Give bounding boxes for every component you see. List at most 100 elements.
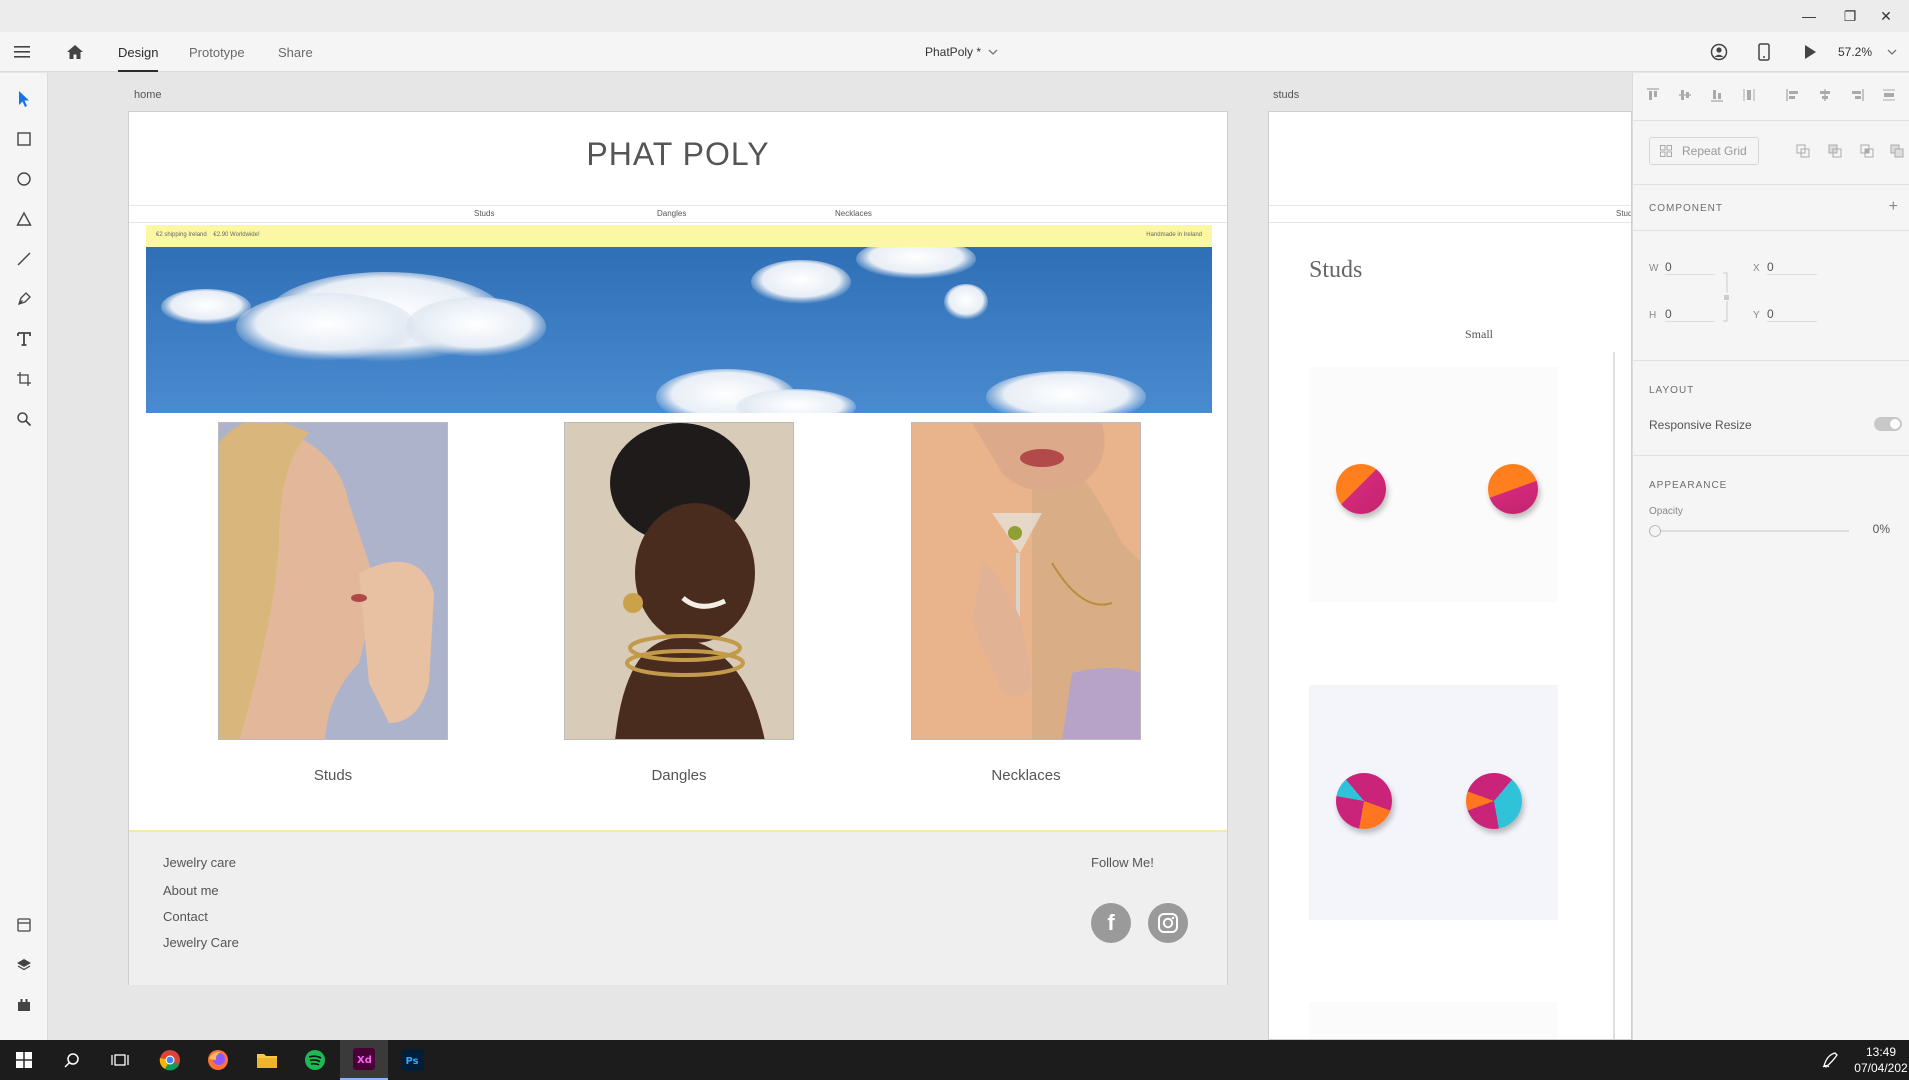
tab-design[interactable]: Design <box>118 32 159 72</box>
task-view-button[interactable] <box>96 1040 144 1080</box>
tab-share[interactable]: Share <box>278 32 313 72</box>
x-field[interactable]: 0 <box>1767 260 1817 275</box>
stud-product-card[interactable] <box>1309 367 1558 602</box>
layers-panel-button[interactable] <box>12 953 36 977</box>
stud-product-card[interactable] <box>1309 1002 1558 1039</box>
select-tool[interactable] <box>12 87 36 111</box>
layout-title: LAYOUT <box>1649 385 1695 396</box>
file-explorer-taskbar-button[interactable] <box>243 1040 291 1080</box>
height-field[interactable]: 0 <box>1665 307 1715 322</box>
plugins-panel-button[interactable] <box>12 993 36 1017</box>
home-icon <box>67 45 83 59</box>
nav-link-studs[interactable]: Studs <box>474 209 494 218</box>
distribute-vertical-button[interactable] <box>1739 85 1759 105</box>
product-image-necklaces[interactable] <box>911 422 1141 740</box>
align-left-button[interactable] <box>1783 85 1803 105</box>
opacity-value[interactable]: 0% <box>1873 522 1890 536</box>
x-label: X <box>1753 263 1760 274</box>
opacity-slider[interactable] <box>1649 524 1849 538</box>
artboard-home[interactable]: PHAT POLY Studs Dangles Necklaces €2 shi… <box>128 111 1228 985</box>
rectangle-tool[interactable] <box>12 127 36 151</box>
align-right-button[interactable] <box>1847 85 1867 105</box>
home-button[interactable] <box>66 32 84 72</box>
assets-panel-button[interactable] <box>12 913 36 937</box>
footer-link-about-me[interactable]: About me <box>163 883 219 898</box>
product-label-dangles[interactable]: Dangles <box>564 767 794 784</box>
distribute-horizontal-button[interactable] <box>1879 85 1899 105</box>
footer-link-jewelry-care-2[interactable]: Jewelry Care <box>163 935 239 950</box>
boolean-exclude-button[interactable] <box>1887 141 1907 161</box>
y-field[interactable]: 0 <box>1767 307 1817 322</box>
lock-aspect-icon[interactable] <box>1721 271 1731 323</box>
artboard-studs[interactable]: Stud Studs Small <box>1268 111 1632 1040</box>
transform-section: W 0 H 0 X 0 Y 0 <box>1633 231 1909 361</box>
start-button[interactable] <box>0 1040 48 1080</box>
scrollbar[interactable] <box>1613 352 1615 1039</box>
windows-taskbar: Xd Ps 13:49 07/04/202 <box>0 1040 1909 1080</box>
artboard-label-home[interactable]: home <box>134 89 162 101</box>
instagram-link[interactable] <box>1148 903 1188 943</box>
product-image-dangles[interactable] <box>564 422 794 740</box>
artboard-tool[interactable] <box>12 367 36 391</box>
design-canvas[interactable]: home studs PHAT POLY Studs Dangles Neckl… <box>49 73 1632 1040</box>
zoom-level: 57.2% <box>1838 45 1873 59</box>
triangle-icon <box>16 211 32 226</box>
tab-prototype[interactable]: Prototype <box>189 32 245 72</box>
nav-link-dangles[interactable]: Dangles <box>657 209 686 218</box>
search-button[interactable] <box>48 1040 96 1080</box>
add-component-button[interactable]: + <box>1889 198 1898 216</box>
windows-logo-icon <box>16 1052 32 1068</box>
align-bottom-button[interactable] <box>1707 85 1727 105</box>
minimize-icon: — <box>1802 8 1816 24</box>
stud-earring-right <box>1466 773 1522 829</box>
chrome-taskbar-button[interactable] <box>146 1040 194 1080</box>
pen-tool[interactable] <box>12 287 36 311</box>
product-label-studs[interactable]: Studs <box>218 767 448 784</box>
boolean-subtract-button[interactable] <box>1825 141 1845 161</box>
spotify-taskbar-button[interactable] <box>291 1040 339 1080</box>
align-middle-button[interactable] <box>1675 85 1695 105</box>
artboard-label-studs[interactable]: studs <box>1273 89 1299 101</box>
zoom-dropdown[interactable]: 57.2% <box>1838 32 1898 72</box>
device-preview-button[interactable] <box>1758 32 1770 72</box>
footer-link-contact[interactable]: Contact <box>163 909 208 924</box>
share-user-button[interactable] <box>1710 32 1728 72</box>
nav-link-necklaces[interactable]: Necklaces <box>835 209 872 218</box>
zoom-tool[interactable] <box>12 407 36 431</box>
slider-handle[interactable] <box>1649 525 1661 537</box>
rectangle-icon <box>17 132 31 146</box>
ellipse-tool[interactable] <box>12 167 36 191</box>
boolean-add-button[interactable] <box>1793 141 1813 161</box>
polygon-tool[interactable] <box>12 207 36 231</box>
footer-link-jewelry-care[interactable]: Jewelry care <box>163 855 236 870</box>
width-field[interactable]: 0 <box>1665 260 1715 275</box>
product-image-studs[interactable] <box>218 422 448 740</box>
align-center-icon <box>1820 89 1830 101</box>
facebook-link[interactable]: f <box>1091 903 1131 943</box>
responsive-resize-toggle[interactable] <box>1874 417 1902 431</box>
line-tool[interactable] <box>12 247 36 271</box>
text-tool[interactable] <box>12 327 36 351</box>
align-toolbar <box>1633 73 1909 121</box>
xd-taskbar-button[interactable]: Xd <box>340 1040 388 1080</box>
studs-nav-link-partial[interactable]: Stud <box>1616 209 1631 218</box>
align-center-button[interactable] <box>1815 85 1835 105</box>
document-title-dropdown[interactable]: PhatPoly * <box>925 32 999 72</box>
pen-workspace-button[interactable] <box>1806 1040 1854 1080</box>
studs-site-nav: Stud <box>1269 205 1631 223</box>
align-top-button[interactable] <box>1643 85 1663 105</box>
play-preview-button[interactable] <box>1803 32 1817 72</box>
stud-product-card[interactable] <box>1309 685 1558 920</box>
firefox-taskbar-button[interactable] <box>194 1040 242 1080</box>
photoshop-taskbar-button[interactable]: Ps <box>389 1040 437 1080</box>
boolean-intersect-button[interactable] <box>1857 141 1877 161</box>
repeat-grid-button[interactable]: Repeat Grid <box>1649 137 1759 165</box>
product-label-necklaces[interactable]: Necklaces <box>911 767 1141 784</box>
system-clock[interactable]: 13:49 07/04/202 <box>1853 1044 1909 1076</box>
close-window-button[interactable]: ✕ <box>1863 0 1909 32</box>
site-nav: Studs Dangles Necklaces <box>129 205 1227 223</box>
property-inspector: Repeat Grid COMPONENT + W 0 H 0 X 0 Y 0 … <box>1632 73 1909 1040</box>
clock-time: 13:49 <box>1865 1045 1897 1059</box>
minimize-button[interactable]: — <box>1786 0 1832 32</box>
menu-button[interactable] <box>14 32 32 72</box>
